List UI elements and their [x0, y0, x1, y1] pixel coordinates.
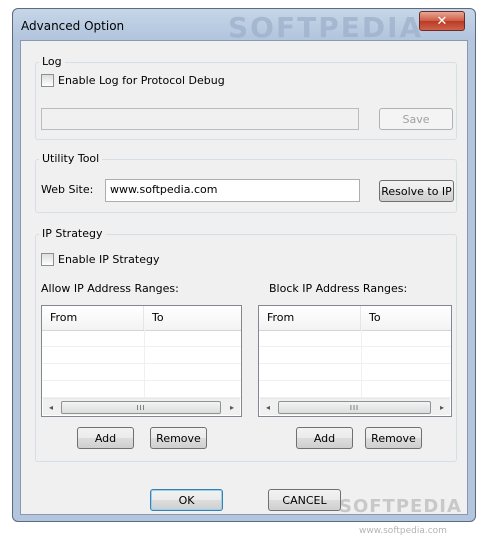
website-value: www.softpedia.com — [110, 183, 218, 196]
allow-add-button[interactable]: Add — [77, 427, 134, 449]
checkbox-box[interactable] — [41, 253, 54, 266]
softpedia-watermark: SOFTPEDIA — [339, 496, 462, 517]
list-row — [42, 347, 241, 364]
allow-col-from[interactable]: From — [42, 306, 144, 330]
enable-log-label: Enable Log for Protocol Debug — [58, 74, 225, 87]
list-row — [259, 330, 451, 347]
block-horizontal-scrollbar[interactable]: ◂ III ▸ — [260, 398, 450, 415]
scroll-thumb[interactable]: III — [61, 401, 221, 414]
enable-ip-strategy-checkbox[interactable]: Enable IP Strategy — [41, 253, 159, 266]
list-row — [42, 330, 241, 347]
log-legend: Log — [39, 55, 65, 68]
block-add-button[interactable]: Add — [296, 427, 353, 449]
close-icon: ✕ — [436, 13, 448, 29]
list-row — [259, 364, 451, 381]
column-separator — [144, 330, 145, 398]
checkbox-box[interactable] — [41, 74, 54, 87]
list-row — [259, 347, 451, 364]
allow-horizontal-scrollbar[interactable]: ◂ III ▸ — [43, 398, 240, 415]
utility-tool-group: Utility Tool Web Site: www.softpedia.com… — [35, 152, 457, 213]
column-separator — [361, 330, 362, 398]
allow-ranges-list[interactable]: From To ◂ III ▸ — [41, 305, 242, 417]
ip-strategy-group: IP Strategy Enable IP Strategy Allow IP … — [35, 227, 457, 462]
scroll-left-icon[interactable]: ◂ — [260, 399, 276, 415]
list-row — [42, 364, 241, 381]
scroll-right-icon[interactable]: ▸ — [434, 399, 450, 415]
list-row — [259, 381, 451, 398]
resolve-to-ip-button[interactable]: Resolve to IP — [379, 180, 454, 202]
ip-strategy-legend: IP Strategy — [39, 227, 106, 240]
softpedia-url-watermark: www.softpedia.com — [359, 526, 447, 536]
allow-remove-button[interactable]: Remove — [150, 427, 207, 449]
log-group: Log Enable Log for Protocol Debug Save — [35, 55, 457, 140]
window-title: Advanced Option — [21, 19, 125, 33]
ok-button[interactable]: OK — [150, 489, 223, 511]
title-bar[interactable]: Advanced Option SOFTPEDIA ✕ — [13, 9, 475, 44]
scroll-right-icon[interactable]: ▸ — [224, 399, 240, 415]
block-col-to[interactable]: To — [361, 306, 451, 330]
allow-col-to[interactable]: To — [144, 306, 241, 330]
block-list-header: From To — [259, 306, 451, 331]
dialog-client-area: Log Enable Log for Protocol Debug Save U… — [20, 40, 468, 536]
list-row — [42, 381, 241, 398]
scroll-left-icon[interactable]: ◂ — [43, 399, 59, 415]
cancel-button[interactable]: CANCEL — [268, 489, 341, 511]
block-remove-button[interactable]: Remove — [365, 427, 422, 449]
allow-list-header: From To — [42, 306, 241, 331]
log-path-field[interactable] — [41, 108, 359, 130]
enable-log-checkbox[interactable]: Enable Log for Protocol Debug — [41, 74, 225, 87]
block-ranges-list[interactable]: From To ◂ III ▸ — [258, 305, 452, 417]
utility-legend: Utility Tool — [39, 152, 103, 165]
block-ranges-title: Block IP Address Ranges: — [269, 282, 408, 295]
block-col-from[interactable]: From — [259, 306, 361, 330]
allow-ranges-title: Allow IP Address Ranges: — [41, 282, 179, 295]
scroll-thumb[interactable]: III — [278, 401, 431, 414]
enable-ip-strategy-label: Enable IP Strategy — [58, 253, 160, 266]
advanced-option-window: Advanced Option SOFTPEDIA ✕ Log Enable L… — [12, 8, 476, 536]
save-button[interactable]: Save — [379, 108, 453, 130]
close-button[interactable]: ✕ — [419, 11, 465, 31]
website-input[interactable]: www.softpedia.com — [105, 179, 360, 202]
website-label: Web Site: — [41, 183, 94, 196]
